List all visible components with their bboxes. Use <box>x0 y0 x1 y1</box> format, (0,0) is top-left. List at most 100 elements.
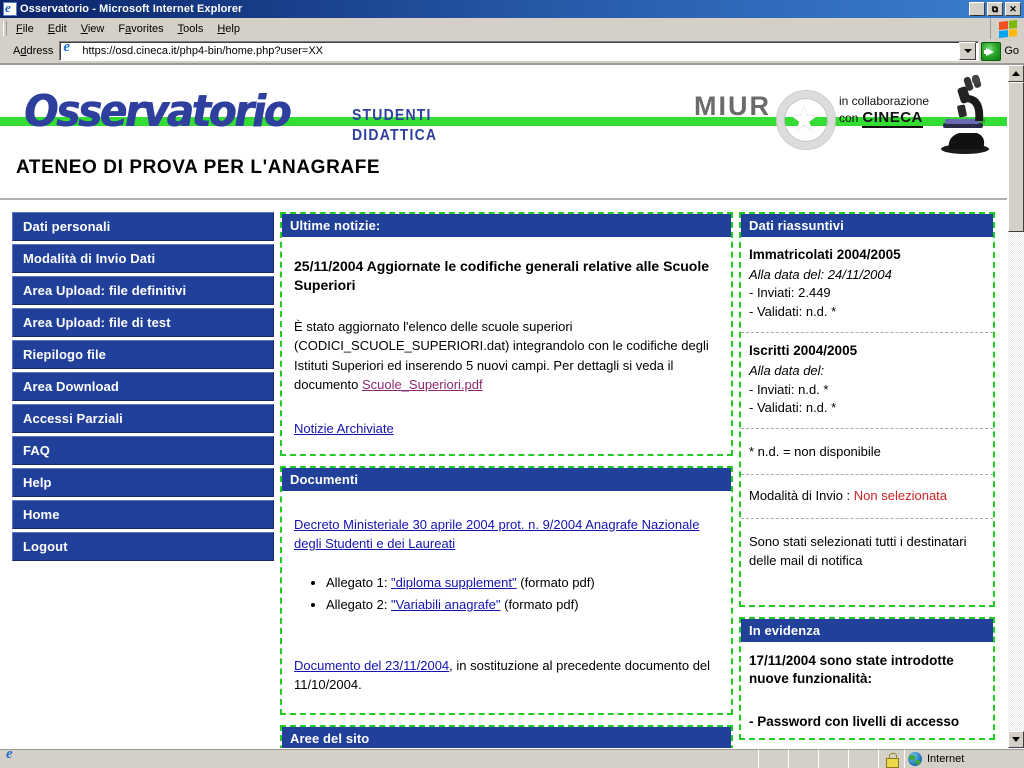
site-header-banner: Osservatorio STUDENTI DIDATTICA MIUR in … <box>0 65 1007 200</box>
allegato-1-suffix: (formato pdf) <box>516 574 595 590</box>
restore-icon: ⧉ <box>991 3 999 14</box>
sidebar-item-faq[interactable]: FAQ <box>12 436 274 465</box>
status-pane-4 <box>848 749 878 768</box>
immatricolati-date: Alla data del: 24/11/2004 <box>749 266 892 282</box>
sidebar-item-area-download[interactable]: Area Download <box>12 372 274 401</box>
evidenza-panel-body: 17/11/2004 sono state introdotte nuove f… <box>741 642 993 739</box>
summary-footnote: * n.d. = non disponibile <box>741 429 993 476</box>
evidenza-title: 17/11/2004 sono state introdotte nuove f… <box>749 652 954 687</box>
summary-block-immatricolati: Immatricolati 2004/2005 Alla data del: 2… <box>741 237 993 334</box>
immatricolati-inviati: - Inviati: 2.449 <box>749 285 831 301</box>
window-title: Osservatorio - Microsoft Internet Explor… <box>20 3 243 15</box>
menu-help-label: elp <box>225 22 240 35</box>
go-button[interactable]: Go <box>979 41 1024 61</box>
menu-view-label: iew <box>87 22 105 35</box>
menu-edit-label: dit <box>55 22 67 35</box>
menu-file[interactable]: File <box>9 21 41 37</box>
sidebar-item-logout[interactable]: Logout <box>12 532 274 561</box>
modalita-invio-row: Modalità di Invio : Non selezionata <box>741 475 993 519</box>
news-body-text: È stato aggiornato l'elenco delle scuole… <box>294 318 709 393</box>
address-label: Address <box>13 45 54 57</box>
sidebar-item-home[interactable]: Home <box>12 500 274 529</box>
areas-panel-heading: Aree del sito <box>282 726 731 748</box>
summary-panel-heading: Dati riassuntivi <box>741 214 993 237</box>
decreto-ministeriale-link[interactable]: Decreto Ministeriale 30 aprile 2004 prot… <box>294 517 699 552</box>
evidenza-panel: In evidenza 17/11/2004 sono state introd… <box>739 616 995 741</box>
cineca-label: CINECA <box>862 109 923 129</box>
collab-line1: in collaborazione <box>839 94 930 108</box>
modalita-invio-label: Modalità di Invio : <box>749 488 854 504</box>
menu-view[interactable]: View <box>74 21 112 37</box>
menu-help[interactable]: Help <box>210 21 247 37</box>
evidenza-panel-heading: In evidenza <box>741 618 993 642</box>
documento-note: Documento del 23/11/2004, in sostituzion… <box>294 656 721 695</box>
areas-panel: Aree del sito <box>280 724 733 748</box>
scrollbar-thumb[interactable] <box>1008 82 1024 232</box>
scuole-superiori-pdf-link[interactable]: Scuole_Superiori.pdf <box>362 377 483 392</box>
summary-block-iscritti: Iscritti 2004/2005 Alla data del: - Invi… <box>741 333 993 430</box>
address-input-wrapper[interactable]: https://osd.cineca.it/php4-bin/home.php?… <box>59 39 980 61</box>
sidebar-item-help[interactable]: Help <box>12 468 274 497</box>
web-page: Osservatorio STUDENTI DIDATTICA MIUR in … <box>0 65 1007 748</box>
allegato-2-prefix: Allegato 2: <box>326 597 392 613</box>
logo-subtitle: STUDENTI DIDATTICA <box>352 103 437 144</box>
menu-file-label: ile <box>22 22 34 35</box>
news-archive: Notizie Archiviate <box>294 421 721 436</box>
sidebar-item-riepilogo-file[interactable]: Riepilogo file <box>12 340 274 369</box>
variabili-anagrafe-link[interactable]: "Variabili anagrafe" <box>391 597 500 612</box>
status-ie-icon <box>5 746 21 767</box>
menu-bar: File Edit View Favorites Tools Help <box>0 18 1024 40</box>
page-favicon-icon <box>62 39 79 59</box>
main-column: Ultime notizie: 25/11/2004 Aggiornate le… <box>280 212 733 748</box>
notizie-archiviate-link[interactable]: Notizie Archiviate <box>294 421 394 436</box>
address-bar: Address https://osd.cineca.it/php4-bin/h… <box>0 39 1024 64</box>
scroll-down-button[interactable] <box>1008 731 1024 748</box>
address-input[interactable]: https://osd.cineca.it/php4-bin/home.php?… <box>82 45 959 57</box>
list-item: Allegato 1: "diploma supplement" (format… <box>326 572 721 593</box>
windows-logo-button[interactable] <box>990 18 1024 39</box>
list-item: Allegato 2: "Variabili anagrafe" (format… <box>326 594 721 615</box>
status-pane-2 <box>788 749 818 768</box>
vertical-scrollbar[interactable] <box>1007 65 1024 748</box>
minimize-icon: _ <box>973 5 981 17</box>
diploma-supplement-link[interactable]: "diploma supplement" <box>391 575 517 590</box>
decreto-link-wrapper: Decreto Ministeriale 30 aprile 2004 prot… <box>294 515 721 554</box>
restore-button[interactable]: ⧉ <box>987 2 1003 16</box>
page-content: Dati personali Modalità di Invio Dati Ar… <box>0 200 1007 748</box>
mail-notification-note: Sono stati selezionati tutti i destinata… <box>749 533 967 568</box>
sidebar-item-area-upload-test[interactable]: Area Upload: file di test <box>12 308 274 337</box>
iscritti-title: Iscritti 2004/2005 <box>749 343 858 359</box>
news-panel-body: 25/11/2004 Aggiornate le codifiche gener… <box>282 237 731 454</box>
security-zone-label: Internet <box>927 753 965 765</box>
news-body: È stato aggiornato l'elenco delle scuole… <box>294 317 721 395</box>
scroll-up-button[interactable] <box>1008 65 1024 82</box>
sidebar-item-accessi-parziali[interactable]: Accessi Parziali <box>12 404 274 433</box>
documento-23-11-2004-link[interactable]: Documento del 23/11/2004 <box>294 658 449 673</box>
title-bar: Osservatorio - Microsoft Internet Explor… <box>0 0 1024 18</box>
menu-grip-handle[interactable] <box>3 21 7 36</box>
security-zone-pane[interactable]: Internet <box>904 749 1024 768</box>
security-lock-pane[interactable] <box>878 749 904 768</box>
minimize-button[interactable]: _ <box>969 2 985 17</box>
microscope-icon <box>941 75 989 154</box>
close-button[interactable]: ✕ <box>1005 2 1021 16</box>
menu-tools[interactable]: Tools <box>171 21 211 37</box>
osservatorio-logo[interactable]: Osservatorio <box>24 87 291 137</box>
menu-favorites[interactable]: Favorites <box>111 21 170 37</box>
documents-panel-body: Decreto Ministeriale 30 aprile 2004 prot… <box>282 491 731 713</box>
menu-edit[interactable]: Edit <box>41 21 74 37</box>
scrollbar-track[interactable] <box>1008 82 1024 731</box>
collaboration-text: in collaborazione con CINECA <box>839 94 930 129</box>
status-badge: Non selezionata <box>853 488 948 504</box>
sidebar-item-area-upload-definitivi[interactable]: Area Upload: file definitivi <box>12 276 274 305</box>
sidebar-item-dati-personali[interactable]: Dati personali <box>12 212 274 241</box>
collab-line2: con <box>839 110 859 125</box>
sidebar-item-modalita-invio-dati[interactable]: Modalità di Invio Dati <box>12 244 274 273</box>
chevron-up-icon <box>1012 71 1020 76</box>
right-column: Dati riassuntivi Immatricolati 2004/2005… <box>739 212 995 741</box>
miur-label: MIUR <box>694 91 771 121</box>
menu-tools-label: ools <box>183 22 204 35</box>
go-arrow-icon <box>981 41 1002 61</box>
address-history-dropdown[interactable] <box>959 42 977 60</box>
news-title: 25/11/2004 Aggiornate le codifiche gener… <box>294 258 710 293</box>
